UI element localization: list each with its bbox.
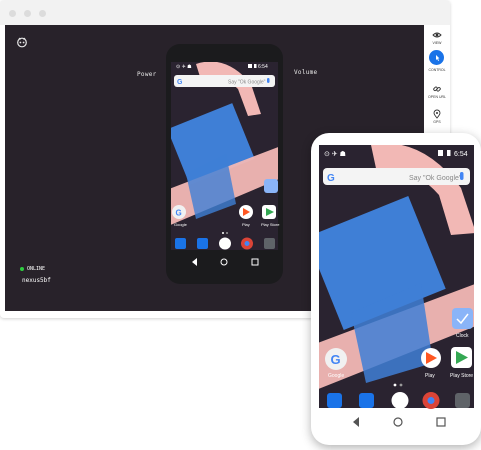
sidebar-item-gps[interactable]: GPS [424, 109, 450, 124]
app-drawer-icon[interactable] [219, 237, 231, 250]
link-icon [433, 86, 441, 92]
mic-icon[interactable] [460, 172, 464, 180]
power-button-label[interactable]: Power [137, 71, 157, 78]
search-placeholder: Say "Ok Google" [409, 175, 462, 182]
volume-button-label[interactable]: Volume [294, 69, 317, 76]
app-play-store[interactable]: Play Store [450, 347, 473, 379]
back-button-icon[interactable] [192, 258, 197, 266]
pointer-icon [436, 55, 440, 61]
connection-status-text: ONLINE [27, 266, 46, 272]
svg-text:Google: Google [328, 373, 344, 379]
svg-text:Play Store: Play Store [450, 373, 473, 379]
sidebar-item-view[interactable]: VIEW [424, 30, 450, 45]
status-time: 6:54 [454, 151, 468, 158]
google-g-icon: G [327, 173, 335, 184]
sidebar-item-label: GPS [433, 120, 441, 124]
window-zoom-dot[interactable] [39, 10, 46, 17]
status-time: 6:54 [258, 64, 268, 70]
app-google[interactable]: G Google [325, 348, 347, 379]
device-preview-large: ⊙ ✈ ☗ 6:54 G Say "Ok Google" Clock G Goo… [311, 133, 481, 445]
signal-icon [438, 150, 443, 156]
signal-icon [248, 64, 252, 68]
location-pin-icon [433, 109, 441, 119]
svg-text:Play: Play [425, 373, 435, 379]
camera-app-icon[interactable] [264, 238, 275, 249]
small-phone-display[interactable]: ⊙ ✈ ☗ 6:54 G Say "Ok Google" G Google Pl… [166, 44, 283, 284]
online-indicator-icon [20, 266, 24, 271]
svg-text:Play Store: Play Store [261, 222, 280, 227]
connection-status: ONLINE [20, 266, 45, 272]
svg-text:G: G [331, 352, 341, 367]
device-name: nexus5bf [22, 277, 51, 284]
svg-text:G: G [176, 209, 182, 218]
recents-button-icon[interactable] [251, 258, 259, 266]
sidebar-item-label: VIEW [432, 41, 442, 45]
sidebar-item-control[interactable]: CONTROL [424, 53, 450, 72]
svg-text:Google: Google [174, 222, 188, 227]
clock-app-icon[interactable] [264, 179, 278, 193]
messages-app-icon[interactable] [197, 238, 208, 249]
search-placeholder: Say "Ok Google" [228, 80, 266, 86]
google-g-icon: G [177, 79, 183, 86]
window-titlebar [0, 0, 450, 25]
home-button-icon[interactable] [220, 258, 228, 266]
messages-app-icon[interactable] [359, 393, 374, 408]
eye-icon [432, 32, 442, 38]
mic-icon[interactable] [267, 78, 270, 83]
phone-app-icon[interactable] [175, 238, 186, 249]
device-screen-small[interactable]: ⊙ ✈ ☗ 6:54 G Say "Ok Google" G Google Pl… [166, 44, 283, 284]
sidebar-item-label: OPEN URL [428, 95, 446, 99]
svg-text:Clock: Clock [456, 333, 469, 339]
window-close-dot[interactable] [9, 10, 16, 17]
app-logo-icon [17, 37, 27, 48]
svg-text:Play: Play [242, 222, 250, 227]
app-drawer-icon[interactable] [391, 392, 409, 409]
sidebar-item-open-url[interactable]: OPEN URL [424, 84, 450, 99]
battery-icon [447, 150, 451, 156]
window-minimize-dot[interactable] [24, 10, 31, 17]
phone-app-icon[interactable] [327, 393, 342, 408]
status-notification-icons: ⊙ ✈ ☗ [176, 64, 192, 70]
status-notification-icons: ⊙ ✈ ☗ [324, 150, 346, 158]
large-phone-display[interactable]: ⊙ ✈ ☗ 6:54 G Say "Ok Google" Clock G Goo… [311, 133, 481, 445]
battery-icon [254, 64, 257, 68]
camera-app-icon[interactable] [455, 393, 470, 408]
sidebar-item-label: CONTROL [428, 68, 446, 72]
